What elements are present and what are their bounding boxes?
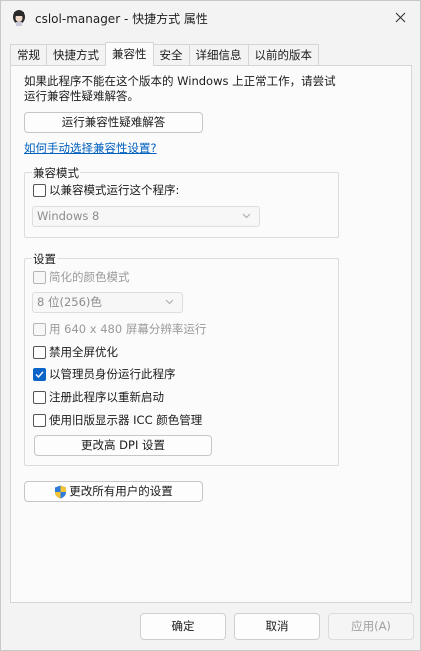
tab-general[interactable]: 常规	[10, 44, 47, 66]
run-as-admin-checkbox[interactable]	[33, 367, 46, 381]
chevron-down-icon	[165, 299, 174, 305]
reduced-color-checkbox[interactable]	[33, 270, 46, 284]
intro-line-1: 如果此程序不能在这个版本的 Windows 上正常工作，请尝试	[24, 74, 336, 88]
color-depth-select[interactable]: 8 位(256)色	[32, 292, 183, 313]
tab-previous-versions[interactable]: 以前的版本	[247, 44, 319, 66]
compat-mode-title: 兼容模式	[32, 165, 80, 181]
change-all-users-button[interactable]: 更改所有用户的设置	[24, 481, 203, 502]
compat-os-select[interactable]: Windows 8	[32, 206, 260, 227]
run-as-admin-label: 以管理员身份运行此程序	[49, 367, 176, 381]
intro-line-2: 运行兼容性疑难解答。	[24, 89, 139, 103]
checkmark-icon	[35, 370, 44, 378]
legacy-icc-label: 使用旧版显示器 ICC 颜色管理	[49, 413, 203, 427]
apply-button[interactable]: 应用(A)	[328, 613, 414, 640]
disable-fullscreen-checkbox[interactable]	[33, 345, 46, 359]
legacy-icc-checkbox[interactable]	[33, 413, 46, 427]
ok-button[interactable]: 确定	[140, 613, 226, 640]
change-all-users-label: 更改所有用户的设置	[69, 484, 173, 498]
legacy-icc-row[interactable]: 使用旧版显示器 ICC 颜色管理	[33, 412, 202, 428]
register-restart-row[interactable]: 注册此程序以重新启动	[33, 389, 164, 405]
chevron-down-icon	[242, 213, 251, 219]
run-640-checkbox[interactable]	[33, 322, 46, 336]
title-bar[interactable]: cslol-manager - 快捷方式 属性	[1, 1, 420, 35]
register-restart-label: 注册此程序以重新启动	[49, 390, 164, 404]
change-dpi-button[interactable]: 更改高 DPI 设置	[34, 435, 212, 456]
close-button[interactable]	[380, 1, 420, 33]
compat-os-value: Windows 8	[37, 209, 100, 223]
disable-fullscreen-label: 禁用全屏优化	[49, 345, 118, 359]
settings-title: 设置	[32, 251, 57, 267]
run-troubleshooter-button[interactable]: 运行兼容性疑难解答	[24, 112, 203, 133]
app-icon	[13, 10, 25, 26]
run-as-admin-row[interactable]: 以管理员身份运行此程序	[33, 366, 176, 382]
reduced-color-label: 简化的颜色模式	[49, 270, 130, 284]
reduced-color-row[interactable]: 简化的颜色模式	[33, 269, 130, 285]
run-640-label: 用 640 x 480 屏幕分辨率运行	[49, 322, 207, 336]
tab-strip: 常规 快捷方式 兼容性 安全 详细信息 以前的版本	[10, 42, 319, 66]
disable-fullscreen-row[interactable]: 禁用全屏优化	[33, 344, 118, 360]
intro-text: 如果此程序不能在这个版本的 Windows 上正常工作，请尝试 运行兼容性疑难解…	[24, 74, 394, 104]
register-restart-checkbox[interactable]	[33, 390, 46, 404]
properties-window: cslol-manager - 快捷方式 属性 常规 快捷方式 兼容性 安全 详…	[0, 0, 421, 651]
uac-shield-icon	[55, 485, 67, 498]
compat-mode-label: 以兼容模式运行这个程序:	[49, 183, 180, 197]
compat-mode-checkbox[interactable]	[33, 183, 46, 197]
tab-details[interactable]: 详细信息	[188, 44, 249, 66]
close-icon	[395, 12, 405, 22]
run-640-row[interactable]: 用 640 x 480 屏幕分辨率运行	[33, 321, 206, 337]
cancel-button[interactable]: 取消	[234, 613, 320, 640]
tab-compatibility[interactable]: 兼容性	[105, 42, 154, 66]
tab-security[interactable]: 安全	[152, 44, 190, 66]
color-depth-value: 8 位(256)色	[37, 295, 102, 309]
window-title: cslol-manager - 快捷方式 属性	[35, 12, 208, 26]
compat-mode-row[interactable]: 以兼容模式运行这个程序:	[33, 182, 179, 198]
tab-shortcut[interactable]: 快捷方式	[46, 44, 106, 66]
manual-settings-link[interactable]: 如何手动选择兼容性设置?	[24, 140, 157, 156]
